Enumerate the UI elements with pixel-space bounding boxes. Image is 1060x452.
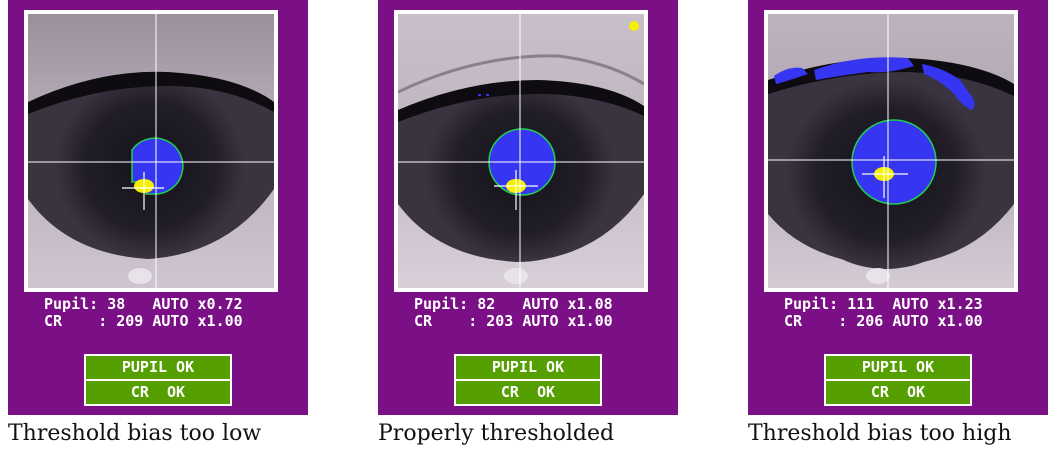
status-box: PUPIL OK CR OK xyxy=(84,354,232,406)
cr-label: CR xyxy=(784,312,803,330)
cr-value: : 206 xyxy=(838,312,884,330)
eye-camera-image xyxy=(768,14,1014,288)
eye-panel-1: Pupil: 38 AUTO x0.72 CR : 209 AUTO x1.00… xyxy=(8,0,308,415)
pupil-gain: x1.08 xyxy=(567,295,613,313)
cr-mode: AUTO xyxy=(152,312,189,330)
eye-panel-2: Pupil: 82 AUTO x1.08 CR : 203 AUTO x1.00… xyxy=(378,0,678,415)
eye-camera-image xyxy=(398,14,644,288)
lower-reflection xyxy=(128,268,152,284)
pupil-gain: x1.23 xyxy=(937,295,983,313)
tracker-readout: Pupil: 38 AUTO x0.72 CR : 209 AUTO x1.00 xyxy=(44,296,304,330)
pupil-gain: x0.72 xyxy=(197,295,243,313)
pupil-status: PUPIL OK xyxy=(86,356,230,379)
cr-gain: x1.00 xyxy=(567,312,613,330)
cr-value: : 203 xyxy=(468,312,514,330)
eye-camera-frame xyxy=(764,10,1018,292)
cr-label: CR xyxy=(414,312,433,330)
lower-reflection xyxy=(504,268,528,284)
cr-gain: x1.00 xyxy=(937,312,983,330)
cr-value: : 209 xyxy=(98,312,144,330)
tracker-readout: Pupil: 111 AUTO x1.23 CR : 206 AUTO x1.0… xyxy=(784,296,1044,330)
pupil-value: 82 xyxy=(477,295,496,313)
pupil-status: PUPIL OK xyxy=(456,356,600,379)
caption-3: Threshold bias too high xyxy=(748,421,1012,446)
cr-label: CR xyxy=(44,312,63,330)
caption-1: Threshold bias too low xyxy=(8,421,262,446)
lower-reflection xyxy=(866,268,890,284)
pupil-label: Pupil: xyxy=(414,295,469,313)
stray-reflection xyxy=(629,21,639,31)
eye-camera-frame xyxy=(394,10,648,292)
cr-status: CR OK xyxy=(456,381,600,404)
cr-gain: x1.00 xyxy=(197,312,243,330)
pupil-label: Pupil: xyxy=(784,295,839,313)
pupil-mode: AUTO xyxy=(522,295,559,313)
pupil-mode: AUTO xyxy=(892,295,929,313)
cr-mode: AUTO xyxy=(522,312,559,330)
eye-camera-frame xyxy=(24,10,278,292)
status-box: PUPIL OK CR OK xyxy=(824,354,972,406)
pupil-label: Pupil: xyxy=(44,295,99,313)
pupil-value: 111 xyxy=(847,295,875,313)
pupil-value: 38 xyxy=(107,295,126,313)
eye-panel-3: Pupil: 111 AUTO x1.23 CR : 206 AUTO x1.0… xyxy=(748,0,1048,415)
stray-pupil-pixel xyxy=(478,94,481,96)
pupil-blob xyxy=(851,119,937,205)
eye-camera-image xyxy=(28,14,274,288)
cr-mode: AUTO xyxy=(892,312,929,330)
cr-status: CR OK xyxy=(86,381,230,404)
tracker-readout: Pupil: 82 AUTO x1.08 CR : 203 AUTO x1.00 xyxy=(414,296,674,330)
status-box: PUPIL OK CR OK xyxy=(454,354,602,406)
stray-pupil-pixel xyxy=(486,94,489,96)
pupil-status: PUPIL OK xyxy=(826,356,970,379)
caption-2: Properly thresholded xyxy=(378,421,615,446)
pupil-mode: AUTO xyxy=(152,295,189,313)
cr-status: CR OK xyxy=(826,381,970,404)
